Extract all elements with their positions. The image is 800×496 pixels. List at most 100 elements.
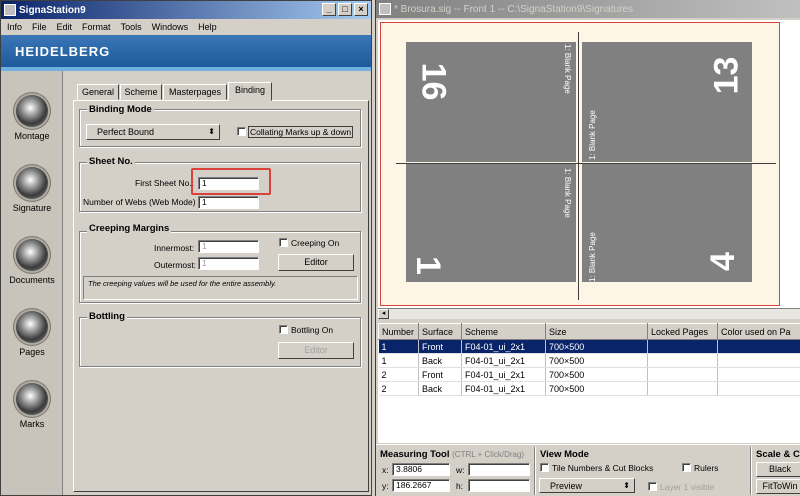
table-cell <box>647 339 718 354</box>
menu-info[interactable]: Info <box>7 22 22 32</box>
sidebar-item-marks[interactable]: Marks <box>1 383 63 429</box>
tile-numbers-label: Tile Numbers & Cut Blocks <box>552 463 654 473</box>
x-label: x: <box>382 465 389 475</box>
scroll-left-arrow-icon[interactable]: ◂ <box>378 309 389 319</box>
table-cell: F04-01_ui_2x1 <box>461 353 546 368</box>
right-window-title: * Brosura.sig -- Front 1 -- C:\SignaStat… <box>394 3 633 15</box>
preview-select[interactable]: Preview ⬍ <box>539 478 635 493</box>
page-number-16: 16 <box>414 62 453 101</box>
measuring-hint: (CTRL + Click/Drag) <box>452 450 525 459</box>
brand-banner: HEIDELBERG <box>1 35 371 67</box>
black-button[interactable]: Black <box>756 462 800 477</box>
marks-icon <box>16 383 48 415</box>
page-number-1: 1 <box>408 256 447 275</box>
table-cell: Back <box>418 353 462 368</box>
page-cell-16[interactable] <box>406 42 576 162</box>
horizontal-scrollbar[interactable]: ◂ <box>378 308 800 319</box>
w-input[interactable] <box>468 463 530 476</box>
rulers-checkbox[interactable] <box>682 463 691 472</box>
menu-file[interactable]: File <box>32 22 47 32</box>
outermost-input[interactable]: 1 <box>198 257 259 270</box>
table-cell <box>717 367 800 382</box>
tab-general[interactable]: General <box>77 84 119 100</box>
maximize-button[interactable]: □ <box>338 3 352 16</box>
sidebar-item-signature[interactable]: Signature <box>1 167 63 213</box>
document-icon <box>379 3 391 15</box>
measuring-tool-title: Measuring Tool (CTRL + Click/Drag) <box>380 449 524 460</box>
dropdown-arrow-icon: ⬍ <box>623 481 630 490</box>
preview-value: Preview <box>550 481 583 491</box>
right-window: * Brosura.sig -- Front 1 -- C:\SignaStat… <box>375 0 800 496</box>
table-cell: 1 <box>378 353 419 368</box>
tab-scheme[interactable]: Scheme <box>120 84 162 100</box>
fit-to-window-button[interactable]: FitToWin <box>756 479 800 494</box>
binding-mode-title: Binding Mode <box>87 104 154 115</box>
table-cell: Front <box>418 339 462 354</box>
innermost-label: Innermost: <box>154 243 195 253</box>
sidebar-item-pages[interactable]: Pages <box>1 311 63 357</box>
bottling-on-checkbox[interactable] <box>279 325 288 334</box>
right-title-bar[interactable]: * Brosura.sig -- Front 1 -- C:\SignaStat… <box>376 0 800 18</box>
bottling-editor-button[interactable]: Editor <box>278 342 354 359</box>
layer-visible-checkbox[interactable] <box>648 482 657 491</box>
table-cell <box>717 339 800 354</box>
table-cell: 700×500 <box>545 367 648 382</box>
table-cell: 700×500 <box>545 381 648 396</box>
sidebar-item-documents[interactable]: Documents <box>1 239 63 285</box>
left-window-title: SignaStation9 <box>19 4 86 16</box>
col-size[interactable]: Size <box>545 323 648 340</box>
signature-table: Number Surface Scheme Size Locked Pages … <box>378 323 800 396</box>
table-row[interactable]: 2 Front F04-01_ui_2x1 700×500 <box>378 367 800 382</box>
collating-marks-checkbox[interactable] <box>237 127 246 136</box>
scale-title: Scale & C <box>756 449 800 460</box>
y-input[interactable]: 186.2667 <box>392 479 450 492</box>
table-cell: 700×500 <box>545 339 648 354</box>
left-title-bar[interactable]: SignaStation9 _ □ × <box>1 1 371 19</box>
menu-tools[interactable]: Tools <box>121 22 142 32</box>
creeping-margins-title: Creeping Margins <box>87 223 172 234</box>
tile-numbers-checkbox[interactable] <box>540 463 549 472</box>
toolbar-divider <box>534 447 536 495</box>
measuring-title-text: Measuring Tool <box>380 449 450 460</box>
menu-format[interactable]: Format <box>82 22 111 32</box>
tab-binding[interactable]: Binding <box>228 82 272 101</box>
col-locked-pages[interactable]: Locked Pages <box>647 323 718 340</box>
col-scheme[interactable]: Scheme <box>461 323 546 340</box>
sidebar-label: Montage <box>14 131 50 141</box>
sidebar: Montage Signature Documents Pages Marks <box>1 71 63 495</box>
table-row[interactable]: 1 Front F04-01_ui_2x1 700×500 <box>378 339 800 354</box>
table-cell: F04-01_ui_2x1 <box>461 381 546 396</box>
tab-masterpages[interactable]: Masterpages <box>163 84 227 100</box>
pages-icon <box>16 311 48 343</box>
table-row[interactable]: 2 Back F04-01_ui_2x1 700×500 <box>378 381 800 396</box>
first-sheet-label: First Sheet No.: <box>135 178 195 188</box>
menu-edit[interactable]: Edit <box>57 22 73 32</box>
binding-mode-select[interactable]: Perfect Bound ⬍ <box>86 124 220 140</box>
col-surface[interactable]: Surface <box>418 323 462 340</box>
h-label: h: <box>456 481 464 491</box>
gutter-line-vertical <box>578 32 579 300</box>
x-input[interactable]: 3.8806 <box>392 463 450 476</box>
innermost-input[interactable]: 1 <box>198 240 259 253</box>
y-label: y: <box>382 481 389 491</box>
menu-windows[interactable]: Windows <box>152 22 189 32</box>
sidebar-label: Pages <box>19 347 45 357</box>
col-number[interactable]: Number <box>378 323 419 340</box>
menu-help[interactable]: Help <box>198 22 217 32</box>
minimize-button[interactable]: _ <box>322 3 336 16</box>
table-cell: Back <box>418 381 462 396</box>
sidebar-item-montage[interactable]: Montage <box>1 95 63 141</box>
signature-canvas[interactable]: 16 13 1 4 1: Blank Page 1: Blank Page 1:… <box>378 20 800 308</box>
creeping-on-checkbox[interactable] <box>279 238 288 247</box>
page-label-4: 1: Blank Page <box>588 232 597 282</box>
table-header-row: Number Surface Scheme Size Locked Pages … <box>378 323 800 340</box>
bottom-toolbar: Measuring Tool (CTRL + Click/Drag) x: 3.… <box>376 444 800 496</box>
close-button[interactable]: × <box>354 3 368 16</box>
layer-visible-label: Layer 1 visible <box>660 482 715 492</box>
webs-input[interactable]: 1 <box>198 196 259 209</box>
col-color[interactable]: Color used on Pa <box>717 323 800 340</box>
creeping-editor-button[interactable]: Editor <box>278 254 354 271</box>
h-input[interactable] <box>468 479 530 492</box>
montage-icon <box>16 95 48 127</box>
table-row[interactable]: 1 Back F04-01_ui_2x1 700×500 <box>378 353 800 368</box>
